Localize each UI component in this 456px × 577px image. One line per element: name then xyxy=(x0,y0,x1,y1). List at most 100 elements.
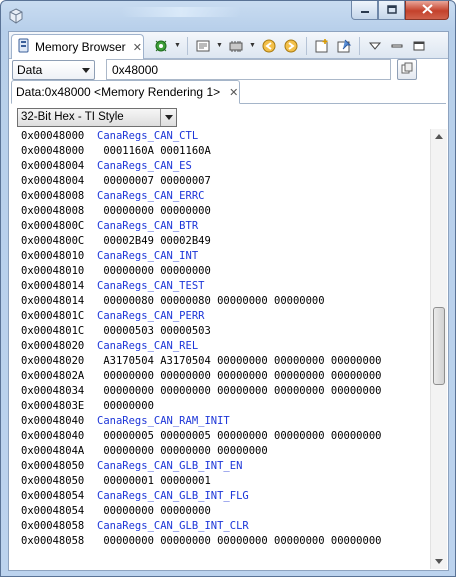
row-values: 0001160A 0001160A xyxy=(97,145,211,157)
title-blur xyxy=(121,7,241,17)
memory-row[interactable]: 0x0004800C 00002B49 00002B49 xyxy=(13,234,430,249)
toolbar-separator xyxy=(187,36,188,55)
row-address: 0x00048020 xyxy=(21,340,85,352)
row-address: 0x00048000 xyxy=(21,145,85,157)
scroll-thumb[interactable] xyxy=(433,307,445,385)
pin-icon[interactable] xyxy=(334,36,354,56)
row-address: 0x00048008 xyxy=(21,190,85,202)
memory-row[interactable]: 0x0004804A 00000000 00000000 00000000 xyxy=(13,444,430,459)
row-values: 00000001 00000001 xyxy=(97,475,211,487)
memory-space-select[interactable]: Data xyxy=(12,60,95,80)
row-symbol: CanaRegs_CAN_TEST xyxy=(97,280,205,292)
row-address: 0x00048054 xyxy=(21,505,85,517)
memory-row[interactable]: 0x00048008 00000000 00000000 xyxy=(13,204,430,219)
memory-row[interactable]: 0x00048040 00000005 00000005 00000000 00… xyxy=(13,429,430,444)
row-values: 00000503 00000503 xyxy=(97,325,211,337)
tab-memory-browser[interactable]: Memory Browser ✕ xyxy=(11,34,144,59)
symbol-row[interactable]: 0x00048020 CanaRegs_CAN_REL xyxy=(13,339,430,354)
vertical-scrollbar[interactable] xyxy=(430,129,447,569)
symbol-row[interactable]: 0x0004801C CanaRegs_CAN_PERR xyxy=(13,309,430,324)
memory-row[interactable]: 0x00048014 00000080 00000080 00000000 00… xyxy=(13,294,430,309)
row-values: 00000000 00000000 00000000 00000000 0000… xyxy=(97,535,382,547)
symbol-row[interactable]: 0x00048058 CanaRegs_CAN_GLB_INT_CLR xyxy=(13,519,430,534)
minimize-button[interactable] xyxy=(351,1,378,20)
row-address: 0x00048050 xyxy=(21,475,85,487)
memory-row[interactable]: 0x00048010 00000000 00000000 xyxy=(13,264,430,279)
refresh-chip-icon[interactable] xyxy=(151,36,171,56)
scroll-up-icon[interactable] xyxy=(431,129,447,144)
memory-row[interactable]: 0x00048004 00000007 00000007 xyxy=(13,174,430,189)
row-address: 0x00048004 xyxy=(21,175,85,187)
symbol-row[interactable]: 0x00048008 CanaRegs_CAN_ERRC xyxy=(13,189,430,204)
row-address: 0x00048014 xyxy=(21,295,85,307)
memory-row[interactable]: 0x00048000 0001160A 0001160A xyxy=(13,144,430,159)
rendering-tab-label: Data:0x48000 <Memory Rendering 1> xyxy=(16,85,221,99)
title-bar[interactable] xyxy=(1,1,455,31)
memory-row[interactable]: 0x00048054 00000000 00000000 xyxy=(13,504,430,519)
row-values: 00002B49 00002B49 xyxy=(97,235,211,247)
row-symbol: CanaRegs_CAN_RAM_INIT xyxy=(97,415,230,427)
memory-table[interactable]: 0x00048000 CanaRegs_CAN_CTL 0x00048000 000… xyxy=(13,129,430,569)
back-icon[interactable] xyxy=(259,36,279,56)
row-address: 0x0004802A xyxy=(21,370,85,382)
row-address: 0x0004800C xyxy=(21,220,85,232)
chevron-down-icon[interactable]: ▼ xyxy=(173,36,182,56)
symbol-row[interactable]: 0x0004800C CanaRegs_CAN_BTR xyxy=(13,219,430,234)
view-menu-icon[interactable] xyxy=(365,36,385,56)
row-address: 0x00048040 xyxy=(21,430,85,442)
row-values: 00000000 00000000 00000000 00000000 0000… xyxy=(97,385,382,397)
chevron-down-icon[interactable]: ▼ xyxy=(248,36,257,56)
row-address: 0x00048040 xyxy=(21,415,85,427)
forward-icon[interactable] xyxy=(281,36,301,56)
symbol-row[interactable]: 0x00048050 CanaRegs_CAN_GLB_INT_EN xyxy=(13,459,430,474)
chevron-down-icon xyxy=(82,68,90,73)
memory-row[interactable]: 0x00048020 A3170504 A3170504 00000000 00… xyxy=(13,354,430,369)
symbol-row[interactable]: 0x00048040 CanaRegs_CAN_RAM_INIT xyxy=(13,414,430,429)
close-rendering-tab-icon[interactable]: ✕ xyxy=(229,86,238,99)
import-export-icon[interactable] xyxy=(226,36,246,56)
close-tab-icon[interactable]: ✕ xyxy=(133,41,142,54)
row-values: 00000080 00000080 00000000 00000000 xyxy=(97,295,325,307)
memory-row[interactable]: 0x00048034 00000000 00000000 00000000 00… xyxy=(13,384,430,399)
maximize-button[interactable] xyxy=(378,1,405,20)
tab-memory-rendering[interactable]: Data:0x48000 <Memory Rendering 1> ✕ xyxy=(11,80,240,104)
maximize-view-icon[interactable] xyxy=(409,36,429,56)
close-icon xyxy=(421,3,433,17)
row-symbol: CanaRegs_CAN_CTL xyxy=(97,130,199,142)
row-values: 00000007 00000007 xyxy=(97,175,211,187)
memory-row[interactable]: 0x0004802A 00000000 00000000 00000000 00… xyxy=(13,369,430,384)
minimize-view-icon[interactable] xyxy=(387,36,407,56)
row-address: 0x0004804A xyxy=(21,445,85,457)
memory-row[interactable]: 0x0004801C 00000503 00000503 xyxy=(13,324,430,339)
close-button[interactable] xyxy=(405,1,449,20)
row-address: 0x00048058 xyxy=(21,520,85,532)
symbol-row[interactable]: 0x00048054 CanaRegs_CAN_GLB_INT_FLG xyxy=(13,489,430,504)
row-values: 00000000 00000000 xyxy=(97,205,211,217)
chevron-down-icon xyxy=(160,109,176,126)
row-values: 00000000 00000000 xyxy=(97,505,211,517)
symbol-row[interactable]: 0x00048010 CanaRegs_CAN_INT xyxy=(13,249,430,264)
symbol-row[interactable]: 0x00048004 CanaRegs_CAN_ES xyxy=(13,159,430,174)
scroll-down-icon[interactable] xyxy=(431,554,447,569)
format-select[interactable]: 32-Bit Hex - TI Style xyxy=(17,108,177,127)
row-values: 00000000 00000000 xyxy=(97,265,211,277)
row-address: 0x00048008 xyxy=(21,205,85,217)
memory-row[interactable]: 0x00048050 00000001 00000001 xyxy=(13,474,430,489)
row-symbol: CanaRegs_CAN_INT xyxy=(97,250,199,262)
row-values: 00000000 xyxy=(97,400,154,412)
row-address: 0x00048050 xyxy=(21,460,85,472)
memory-row[interactable]: 0x00048058 00000000 00000000 00000000 00… xyxy=(13,534,430,549)
symbol-row[interactable]: 0x00048000 CanaRegs_CAN_CTL xyxy=(13,129,430,144)
chevron-down-icon[interactable]: ▼ xyxy=(215,36,224,56)
row-address: 0x0004801C xyxy=(21,325,85,337)
address-input[interactable]: 0x48000 xyxy=(106,59,391,80)
new-view-icon[interactable] xyxy=(312,36,332,56)
memory-row[interactable]: 0x0004803E 00000000 xyxy=(13,399,430,414)
symbol-row[interactable]: 0x00048014 CanaRegs_CAN_TEST xyxy=(13,279,430,294)
toolbar-separator xyxy=(306,36,307,55)
go-button[interactable] xyxy=(397,59,417,80)
row-values: 00000000 00000000 00000000 xyxy=(97,445,268,457)
row-symbol: CanaRegs_CAN_GLB_INT_EN xyxy=(97,460,243,472)
new-tab-icon[interactable] xyxy=(193,36,213,56)
memory-icon xyxy=(17,38,31,56)
